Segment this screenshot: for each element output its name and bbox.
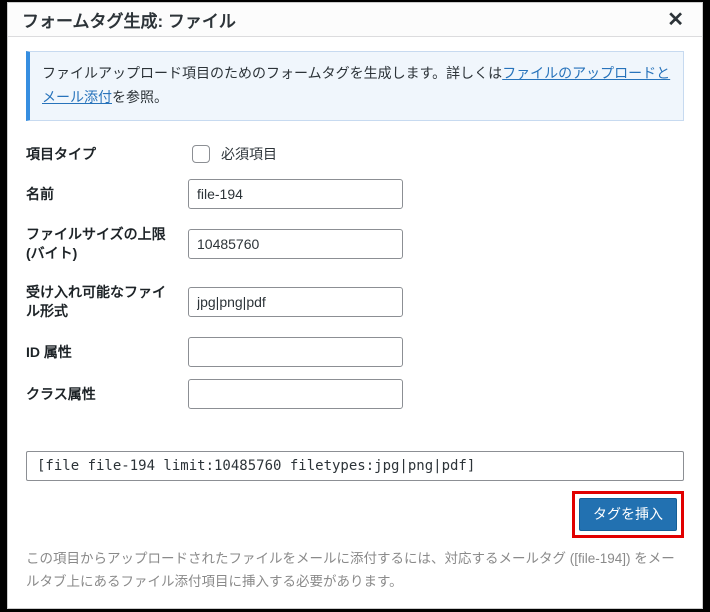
class-input[interactable] xyxy=(188,379,403,409)
label-limit: ファイルサイズの上限 (バイト) xyxy=(26,215,188,273)
label-type: 項目タイプ xyxy=(26,135,188,174)
note-part-a: この項目からアップロードされたファイルをメールに添付するには、対応するメールタグ… xyxy=(26,551,574,566)
limit-input[interactable] xyxy=(188,229,403,259)
insert-highlight: タグを挿入 xyxy=(572,491,684,538)
close-button[interactable]: ✕ xyxy=(663,8,688,32)
filetypes-input[interactable] xyxy=(188,287,403,317)
dialog-content: ファイルアップロード項目のためのフォームタグを生成します。詳しくはファイルのアッ… xyxy=(8,37,702,415)
id-input[interactable] xyxy=(188,337,403,367)
note-mailtag: [file-194] xyxy=(574,551,626,566)
row-filetypes: 受け入れ可能なファイル形式 xyxy=(26,273,684,331)
titlebar: フォームタグ生成: ファイル ✕ xyxy=(8,3,702,37)
footer-note: この項目からアップロードされたファイルをメールに添付するには、対応するメールタグ… xyxy=(26,548,684,594)
label-id: ID 属性 xyxy=(26,331,188,373)
info-text-suffix: を参照。 xyxy=(112,89,168,105)
insert-tag-button[interactable]: タグを挿入 xyxy=(579,498,677,531)
label-name: 名前 xyxy=(26,173,188,215)
name-input[interactable] xyxy=(188,179,403,209)
form-tag-generator-dialog: フォームタグ生成: ファイル ✕ ファイルアップロード項目のためのフォームタグを… xyxy=(7,2,703,609)
required-checkbox-wrap[interactable]: 必須項目 xyxy=(188,142,684,166)
row-id: ID 属性 xyxy=(26,331,684,373)
row-class: クラス属性 xyxy=(26,373,684,415)
form-fields-table: 項目タイプ 必須項目 名前 ファイルサイズの上限 (バイト) 受け入れ可能なファ… xyxy=(26,135,684,415)
label-class: クラス属性 xyxy=(26,373,188,415)
tag-output[interactable] xyxy=(26,451,684,481)
insert-row: タグを挿入 xyxy=(26,491,684,538)
required-checkbox[interactable] xyxy=(192,145,210,163)
required-label: 必須項目 xyxy=(221,144,277,164)
label-filetypes: 受け入れ可能なファイル形式 xyxy=(26,273,188,331)
info-box: ファイルアップロード項目のためのフォームタグを生成します。詳しくはファイルのアッ… xyxy=(26,51,684,121)
info-text-prefix: ファイルアップロード項目のためのフォームタグを生成します。詳しくは xyxy=(42,65,502,81)
row-limit: ファイルサイズの上限 (バイト) xyxy=(26,215,684,273)
dialog-title: フォームタグ生成: ファイル xyxy=(22,7,236,32)
close-icon: ✕ xyxy=(667,9,684,31)
row-name: 名前 xyxy=(26,173,684,215)
dialog-bottom: タグを挿入 この項目からアップロードされたファイルをメールに添付するには、対応す… xyxy=(26,451,684,594)
row-type: 項目タイプ 必須項目 xyxy=(26,135,684,174)
